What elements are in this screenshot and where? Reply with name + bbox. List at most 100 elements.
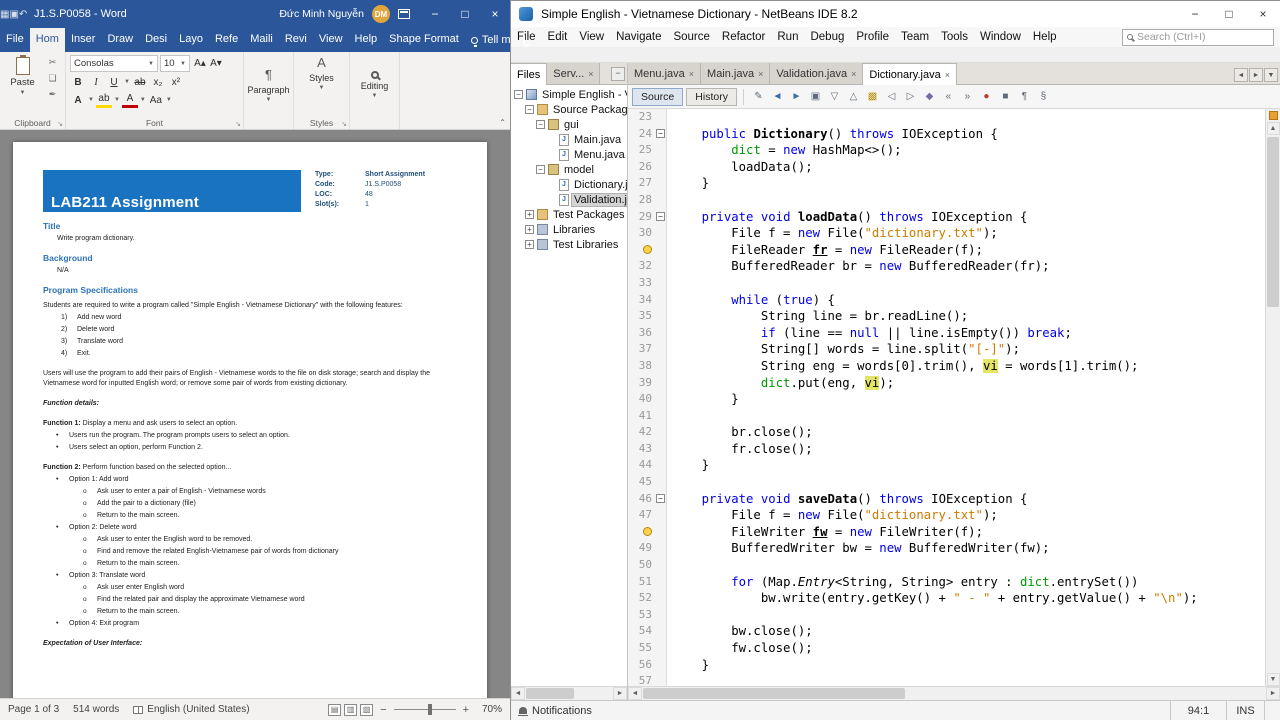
doc-block[interactable]: Expectation of User Interface: xyxy=(43,639,457,649)
close-button[interactable]: × xyxy=(480,0,510,28)
forward-icon[interactable]: ► xyxy=(788,88,805,105)
find-next-icon[interactable]: ▽ xyxy=(826,88,843,105)
paste-button[interactable]: Paste ▼ xyxy=(4,55,41,102)
doc-block[interactable]: 3) Translate word xyxy=(43,337,457,347)
scroll-left-icon[interactable]: ◄ xyxy=(628,687,642,700)
doc-block[interactable]: o Return to the main screen. xyxy=(43,607,457,617)
menu-profile[interactable]: Profile xyxy=(850,29,895,45)
code-line[interactable]: 52 bw.write(entry.getKey() + " - " + ent… xyxy=(628,590,1265,607)
highlight-button-arrow-icon[interactable]: ▼ xyxy=(114,97,120,103)
toggle-highlight-icon[interactable]: ▩ xyxy=(864,88,881,105)
menu-team[interactable]: Team xyxy=(895,29,935,45)
code-line[interactable]: 49 BufferedWriter bw = new BufferedWrite… xyxy=(628,540,1265,557)
scroll-left-icon[interactable]: ◄ xyxy=(511,687,525,700)
code-line[interactable]: FileWriter fw = new FileWriter(f); xyxy=(628,524,1265,541)
menu-refactor[interactable]: Refactor xyxy=(716,29,771,45)
editor-tab-validation-java[interactable]: Validation.java × xyxy=(770,63,864,84)
code-line[interactable]: 32 BufferedReader br = new BufferedReade… xyxy=(628,258,1265,275)
menu-debug[interactable]: Debug xyxy=(804,29,850,45)
language-status[interactable]: English (United States) xyxy=(133,704,250,715)
account-name[interactable]: Đức Minh Nguyễn xyxy=(279,8,364,20)
doc-block[interactable]: o Add the pair to a dictionary (file) xyxy=(43,499,457,509)
scrollbar-thumb[interactable] xyxy=(526,688,575,699)
doc-block[interactable]: N/A xyxy=(43,266,457,276)
paragraph-group-button[interactable]: ¶ Paragraph ▼ xyxy=(244,52,294,129)
doc-block[interactable]: Function details: xyxy=(43,399,457,409)
maximize-button[interactable]: □ xyxy=(450,0,480,28)
line-number[interactable]: 23 xyxy=(628,109,654,126)
tree-item-dictionary-ja[interactable]: J Dictionary.ja xyxy=(511,177,627,192)
line-number[interactable]: 30 xyxy=(628,225,654,242)
code-line[interactable]: 38 String eng = words[0].trim(), vi = wo… xyxy=(628,358,1265,375)
line-number[interactable]: 32 xyxy=(628,258,654,275)
line-number[interactable]: 27 xyxy=(628,175,654,192)
line-number[interactable]: 42 xyxy=(628,424,654,441)
font-color-button-arrow-icon[interactable]: ▼ xyxy=(140,97,146,103)
collapse-handle-icon[interactable]: − xyxy=(536,120,545,129)
tree-item-menu-java[interactable]: J Menu.java xyxy=(511,147,627,162)
shift-line-right-icon[interactable]: » xyxy=(959,88,976,105)
start-macro-icon[interactable]: ● xyxy=(978,88,995,105)
doc-block[interactable]: Program Specifications xyxy=(43,285,457,295)
tree-item-test-packages[interactable]: + Test Packages xyxy=(511,207,627,222)
doc-block[interactable]: Users will use the program to add their … xyxy=(43,369,457,389)
line-number[interactable]: 52 xyxy=(628,590,654,607)
line-number[interactable]: 38 xyxy=(628,358,654,375)
line-number[interactable]: 34 xyxy=(628,292,654,309)
cut-button[interactable]: ✂ xyxy=(44,55,61,70)
doc-block[interactable]: • Option 4: Exit program xyxy=(43,619,457,629)
doc-block[interactable]: Students are required to write a program… xyxy=(43,301,457,311)
scrollbar-thumb[interactable] xyxy=(1267,137,1279,307)
minimize-button[interactable]: − xyxy=(420,0,450,28)
doc-block[interactable]: o Find and remove the related English-Vie… xyxy=(43,547,457,557)
change-case-button-arrow-icon[interactable]: ▼ xyxy=(166,97,172,103)
font-name-select[interactable]: Consolas ▼ xyxy=(70,55,158,72)
code-line[interactable]: 44 } xyxy=(628,457,1265,474)
code-line[interactable]: 24− public Dictionary() throws IOExcepti… xyxy=(628,126,1265,143)
tree-item-model[interactable]: − model xyxy=(511,162,627,177)
line-number[interactable]: 39 xyxy=(628,375,654,392)
doc-block[interactable]: 4) Exit. xyxy=(43,349,457,359)
line-number[interactable]: 43 xyxy=(628,441,654,458)
next-bookmark-icon[interactable]: ▷ xyxy=(902,88,919,105)
line-number[interactable]: 50 xyxy=(628,557,654,574)
subscript-button[interactable]: x₂ xyxy=(150,74,166,90)
code-line[interactable]: 26 loadData(); xyxy=(628,159,1265,176)
expand-handle-icon[interactable]: + xyxy=(525,225,534,234)
code-line[interactable]: 42 br.close(); xyxy=(628,424,1265,441)
scroll-tabs-left-button[interactable]: ◄ xyxy=(1234,68,1248,82)
minimize-panel-button[interactable]: − xyxy=(611,67,625,81)
toggle-bookmark-icon[interactable]: ◆ xyxy=(921,88,938,105)
tab-list-button[interactable]: ▼ xyxy=(1264,68,1278,82)
explorer-tab-files[interactable]: Files xyxy=(511,63,548,85)
code-line[interactable]: 56 } xyxy=(628,657,1265,674)
strikethrough-button[interactable]: ab xyxy=(132,74,148,90)
line-number[interactable]: 54 xyxy=(628,623,654,640)
code-line[interactable]: 40 } xyxy=(628,391,1265,408)
save-icon[interactable]: ▣ xyxy=(9,9,18,20)
code-line[interactable]: 25 dict = new HashMap<>(); xyxy=(628,142,1265,159)
code-line[interactable]: 28 xyxy=(628,192,1265,209)
ribbon-tab-view[interactable]: View xyxy=(313,28,349,52)
doc-block[interactable]: 1) Add new word xyxy=(43,313,457,323)
zoom-level[interactable]: 70% xyxy=(476,704,502,715)
code-line[interactable]: 29− private void loadData() throws IOExc… xyxy=(628,209,1265,226)
line-number[interactable]: 33 xyxy=(628,275,654,292)
ribbon-tab-help[interactable]: Help xyxy=(349,28,384,52)
code-fold-icon[interactable]: − xyxy=(656,493,665,503)
uncomment-icon[interactable]: § xyxy=(1035,88,1052,105)
history-view-button[interactable]: History xyxy=(686,87,737,106)
editor-hscrollbar[interactable]: ◄ ► xyxy=(628,686,1280,700)
menu-source[interactable]: Source xyxy=(667,29,715,45)
scroll-down-icon[interactable]: ▼ xyxy=(1266,673,1280,686)
line-number[interactable]: 40 xyxy=(628,391,654,408)
code-editor[interactable]: 23 24− public Dictionary() throws IOExcep… xyxy=(628,109,1265,686)
ribbon-tab-hom[interactable]: Hom xyxy=(29,28,65,52)
doc-block[interactable]: o Ask user to enter the English word to b… xyxy=(43,535,457,545)
underline-button[interactable]: U xyxy=(106,74,122,90)
copy-button[interactable]: ❏ xyxy=(44,71,61,86)
ribbon-tab-layo[interactable]: Layo xyxy=(173,28,209,52)
code-line[interactable]: 53 xyxy=(628,607,1265,624)
bold-button[interactable]: B xyxy=(70,74,86,90)
line-number[interactable]: 36 xyxy=(628,325,654,342)
